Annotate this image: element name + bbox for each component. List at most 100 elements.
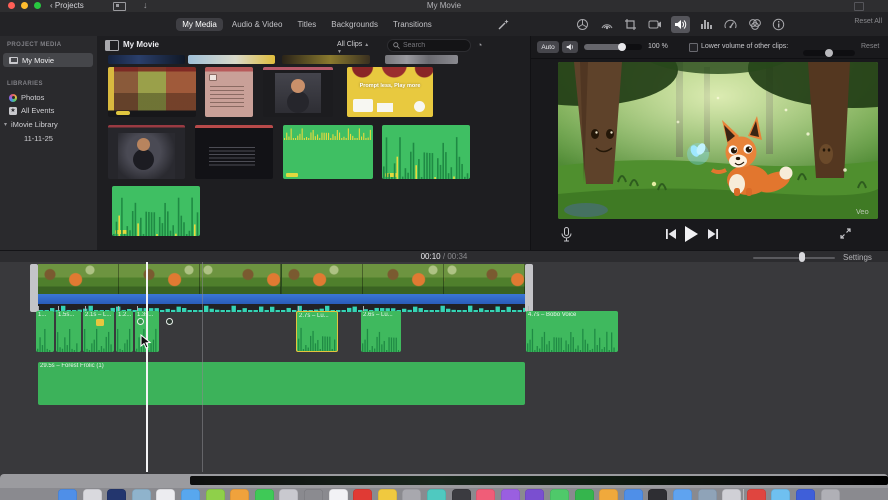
audio-clip[interactable]: 2.6s – Lu... (361, 311, 401, 352)
dock-app-icon[interactable] (402, 489, 422, 500)
dock-app-icon[interactable] (451, 489, 471, 500)
window-extra-icon[interactable] (854, 2, 864, 11)
audio-clip[interactable]: 4.7s – Bobo Voice (526, 311, 618, 352)
media-thumb-audio-2[interactable] (382, 125, 470, 179)
tab-titles[interactable]: Titles (291, 18, 322, 31)
sidebar-item-imovie-library[interactable]: ▾ iMovie Library (4, 120, 58, 129)
trim-handle-left[interactable] (30, 264, 38, 312)
dock-app-icon[interactable] (820, 489, 840, 500)
volume-tool-icon[interactable] (671, 15, 690, 33)
music-clip[interactable]: 29.5s – Forest Frolic (1) (38, 362, 525, 405)
dock-app-icon[interactable] (82, 489, 102, 500)
timeline-settings-button[interactable]: Settings (843, 253, 872, 262)
timeline-area[interactable]: 1...1.5s...2.1s – L...1.2...1.3s...2.7s … (0, 262, 888, 474)
speed-icon[interactable] (723, 17, 738, 32)
media-thumb-partial[interactable] (108, 55, 185, 64)
video-audio-bar[interactable] (38, 294, 525, 304)
dock-app-icon[interactable] (476, 489, 496, 500)
search-field[interactable] (387, 39, 471, 52)
dock-app-icon[interactable] (205, 489, 225, 500)
clip-filter-icon[interactable]: ◔ (477, 40, 482, 50)
sidebar-item-library-date[interactable]: 11-11-25 (24, 134, 53, 143)
dock-app-icon[interactable] (254, 489, 274, 500)
previous-frame-icon[interactable] (665, 228, 677, 240)
stabilization-icon[interactable] (647, 17, 662, 32)
noise-equalizer-icon[interactable] (699, 17, 714, 32)
dock-app-icon[interactable] (599, 489, 619, 500)
next-frame-icon[interactable] (707, 228, 719, 240)
audio-clip-selected[interactable]: 2.7s – Lu... (296, 311, 338, 352)
video-filmstrip[interactable] (38, 264, 525, 294)
lower-volume-knob[interactable] (825, 49, 833, 57)
fade-handle-icon[interactable] (137, 318, 144, 325)
playhead[interactable] (146, 262, 148, 472)
lower-volume-checkbox[interactable] (689, 43, 698, 52)
video-preview[interactable]: Veo (558, 62, 878, 219)
trim-handle-right[interactable] (525, 264, 533, 312)
media-thumb-webcam-dark[interactable] (108, 125, 185, 179)
dock-app-icon[interactable] (427, 489, 446, 500)
media-thumb-audio-3[interactable] (112, 186, 200, 236)
media-thumb-terminal[interactable] (195, 125, 273, 179)
lower-volume-slider[interactable] (803, 49, 855, 57)
dock-app-icon[interactable] (353, 489, 373, 500)
play-button[interactable] (684, 226, 698, 242)
dock-app-icon[interactable] (673, 489, 692, 500)
enhance-wand-icon[interactable] (496, 17, 511, 32)
sidebar-item-my-movie[interactable]: My Movie (3, 53, 93, 67)
dock-app-icon[interactable] (279, 489, 299, 500)
audio-clip[interactable]: 1... (36, 311, 54, 352)
media-thumb-partial[interactable] (385, 55, 458, 64)
range-marker-icon[interactable] (96, 319, 104, 326)
color-wheel-icon[interactable] (575, 17, 590, 32)
dock-app-icon[interactable] (796, 489, 815, 500)
audio-clip[interactable]: 2.1s – L... (83, 311, 114, 352)
dock-app-icon[interactable] (525, 489, 545, 500)
dock-app-icon[interactable] (746, 489, 766, 500)
dock-app-icon[interactable] (328, 489, 348, 500)
dock-app-icon[interactable] (58, 489, 77, 500)
dock-app-icon[interactable] (230, 489, 250, 500)
media-thumb-partial[interactable] (282, 55, 370, 64)
dock-app-icon[interactable] (181, 489, 200, 500)
tab-backgrounds[interactable]: Backgrounds (325, 18, 384, 31)
audio-clip[interactable]: 1.5s... (56, 311, 81, 352)
crop-icon[interactable] (623, 17, 638, 32)
dock-app-icon[interactable] (131, 489, 151, 500)
fade-handle-icon[interactable] (166, 318, 173, 325)
tab-audio-video[interactable]: Audio & Video (226, 18, 289, 31)
record-voiceover-icon[interactable] (561, 227, 572, 242)
dock-app-icon[interactable] (377, 489, 397, 500)
dock-app-icon[interactable] (304, 489, 323, 500)
dock-app-icon[interactable] (648, 489, 668, 500)
volume-slider[interactable] (584, 43, 642, 51)
reset-all-button[interactable]: Reset All (854, 18, 882, 25)
timeline-zoom-knob[interactable] (799, 252, 805, 262)
color-balance-icon[interactable] (599, 17, 614, 32)
audio-clip[interactable]: 1.2... (116, 311, 133, 352)
tab-transitions[interactable]: Transitions (387, 18, 438, 31)
sidebar-item-photos[interactable]: Photos (9, 93, 44, 102)
media-thumb-webcam[interactable] (263, 67, 333, 117)
dock-app-icon[interactable] (771, 489, 791, 500)
info-icon[interactable] (771, 17, 786, 32)
all-clips-filter[interactable]: All Clips ▲ ▼ (337, 41, 369, 55)
dock-app-icon[interactable] (156, 489, 176, 500)
volume-slider-knob[interactable] (618, 43, 626, 51)
dock-app-icon[interactable] (697, 489, 717, 500)
dock-app-icon[interactable] (500, 489, 520, 500)
media-thumb-screenshot[interactable] (108, 67, 196, 117)
search-input[interactable] (403, 42, 463, 49)
media-thumb-audio-1[interactable] (283, 125, 373, 179)
dock-app-icon[interactable] (722, 489, 742, 500)
media-thumb-promo[interactable]: Prompt less, Play more (347, 67, 433, 117)
media-thumb-partial[interactable] (188, 55, 275, 64)
tab-my-media[interactable]: My Media (176, 17, 223, 31)
dock-app-icon[interactable] (107, 489, 127, 500)
dock-app-icon[interactable] (550, 489, 569, 500)
fullscreen-icon[interactable] (839, 227, 852, 240)
timeline-zoom-slider[interactable] (753, 257, 835, 259)
media-thumb-notes[interactable] (205, 67, 253, 117)
mute-button[interactable] (562, 41, 578, 53)
sidebar-item-all-events[interactable]: ★ All Events (9, 106, 54, 115)
